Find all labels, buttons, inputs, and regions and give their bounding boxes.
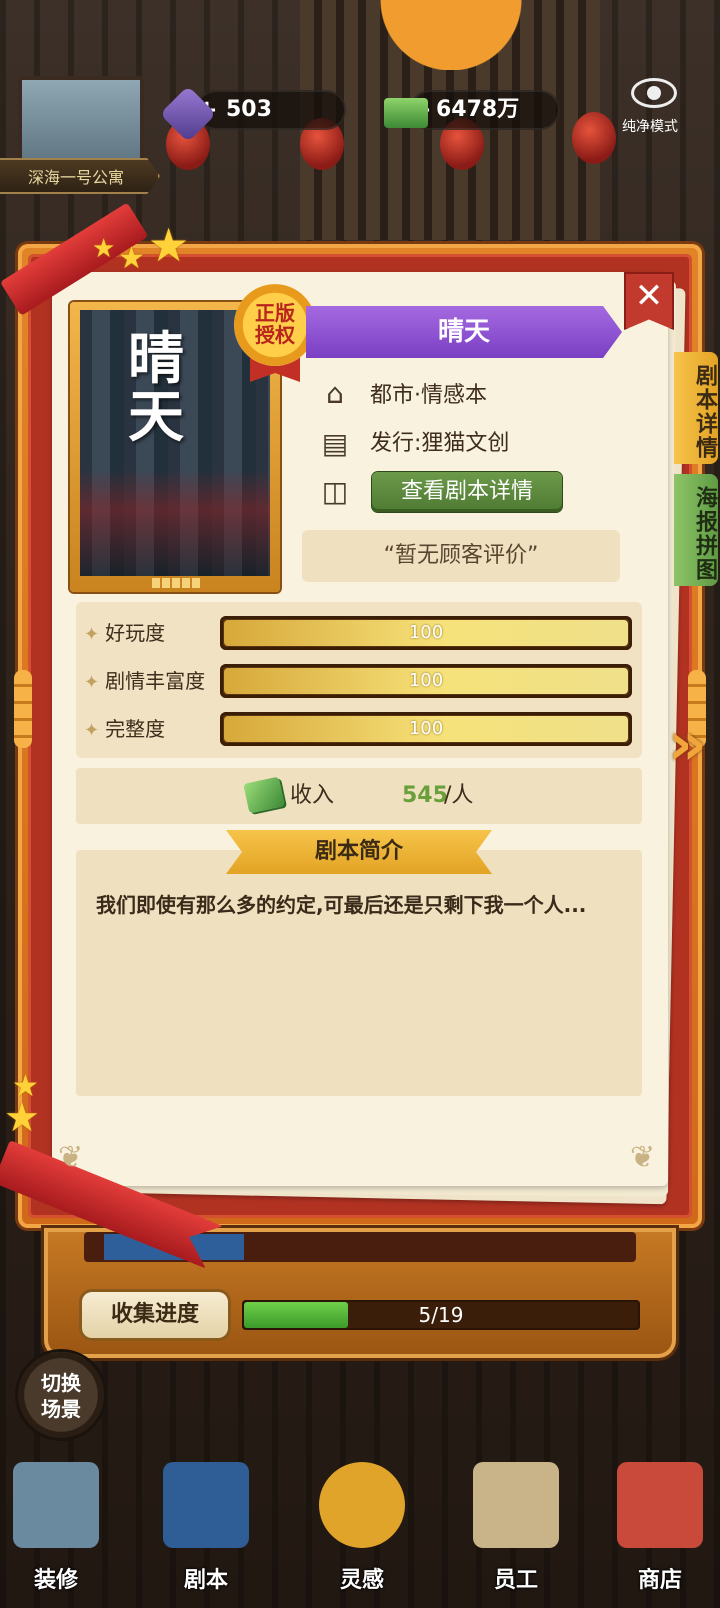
synopsis-panel xyxy=(76,850,642,1096)
gems-value: 503 xyxy=(226,97,272,122)
poster-title: 晴天 xyxy=(128,326,184,450)
script-genre: 都市·情感本 xyxy=(370,383,487,408)
tag-icon: ⌂ xyxy=(326,377,344,410)
staff-card-icon xyxy=(473,1462,559,1548)
poster-dots xyxy=(152,578,202,588)
stat-value: 100 xyxy=(408,670,444,691)
corner-ornament: ❦ xyxy=(58,1140,84,1175)
nav-label: 装修 xyxy=(33,1568,78,1593)
stat-value: 100 xyxy=(408,622,444,643)
nav-label: 剧本 xyxy=(183,1568,228,1593)
nav-staff[interactable]: 员工 xyxy=(456,1462,576,1602)
nav-label: 商店 xyxy=(637,1568,682,1593)
cash-icon xyxy=(384,98,428,128)
license-badge-text: 正版 授权 xyxy=(255,301,295,347)
sparkle-icon: ✦ xyxy=(84,624,100,645)
nav-script[interactable]: 剧本 xyxy=(146,1462,266,1602)
synopsis-text: 我们即使有那么多的约定,可最后还是只剩下我一个人... xyxy=(96,893,587,917)
background-window xyxy=(18,76,144,170)
collection-progress-bar: 5/19 xyxy=(242,1300,640,1330)
sparkle-icon: ✦ xyxy=(84,720,100,741)
eye-icon xyxy=(631,78,677,108)
star-decoration: ★ xyxy=(118,241,145,276)
next-script-arrow[interactable]: » xyxy=(668,714,718,774)
open-book-icon: ◫ xyxy=(321,475,349,508)
nav-inspiration[interactable]: 灵感 xyxy=(302,1462,422,1602)
sparkle-icon: ✦ xyxy=(84,672,100,693)
stat-value: 100 xyxy=(408,718,444,739)
decorate-icon xyxy=(13,1462,99,1548)
background-sun xyxy=(376,0,526,70)
license-badge: 正版 授权 xyxy=(234,284,316,366)
gems-counter[interactable]: + 503 xyxy=(196,90,346,130)
stat-label-plot: ✦ 剧情丰富度 xyxy=(84,669,206,693)
lantern-decoration xyxy=(572,112,616,164)
stat-label-completeness: ✦ 完整度 xyxy=(84,717,166,741)
idea-bulb-icon xyxy=(319,1462,405,1548)
nav-shop[interactable]: 商店 xyxy=(600,1462,720,1602)
shop-icon xyxy=(617,1462,703,1548)
frame-knob-left xyxy=(14,670,32,748)
view-mode-label: 纯净模式 xyxy=(622,119,678,135)
cash-counter[interactable]: + 6478万 xyxy=(410,90,560,130)
stat-bar-completeness: 100 xyxy=(220,712,632,746)
switch-scene-button[interactable]: 切换 场景 xyxy=(18,1352,104,1438)
tab-script-detail[interactable]: 剧本详情 xyxy=(674,352,718,464)
stat-bar-fun: 100 xyxy=(220,616,632,650)
tab-poster-puzzle[interactable]: 海报拼图 xyxy=(674,474,718,586)
script-book-icon xyxy=(163,1462,249,1548)
nav-decorate[interactable]: 装修 xyxy=(0,1462,116,1602)
nav-label: 员工 xyxy=(493,1568,538,1593)
location-tag[interactable]: 深海一号公寓 xyxy=(0,158,160,194)
nav-label: 灵感 xyxy=(339,1568,384,1593)
stat-label-fun: ✦ 好玩度 xyxy=(84,621,166,645)
script-title: 晴天 xyxy=(306,306,622,358)
switch-scene-label: 切换 场景 xyxy=(41,1371,81,1421)
cash-value: 6478万 xyxy=(436,97,520,122)
view-script-detail-button[interactable]: 查看剧本详情 xyxy=(372,472,562,512)
collection-progress-text: 5/19 xyxy=(418,1303,464,1327)
stat-bar-plot: 100 xyxy=(220,664,632,698)
star-decoration: ★ xyxy=(4,1095,40,1141)
star-decoration: ★ xyxy=(148,218,190,272)
income-panel xyxy=(76,768,642,824)
star-decoration: ★ xyxy=(92,234,116,264)
view-mode-button[interactable]: 纯净模式 xyxy=(622,78,686,138)
income-unit: /人 xyxy=(444,783,474,808)
collection-progress-button[interactable]: 收集进度 xyxy=(82,1292,228,1338)
customer-review: “暂无顾客评价” xyxy=(302,530,620,582)
income-value: 545 xyxy=(402,783,448,808)
corner-ornament: ❦ xyxy=(630,1140,656,1175)
script-publisher: 发行:狸猫文创 xyxy=(370,431,510,456)
document-icon: ▤ xyxy=(321,427,349,460)
synopsis-header: 剧本简介 xyxy=(226,830,492,874)
income-label: 收入 xyxy=(290,783,335,808)
